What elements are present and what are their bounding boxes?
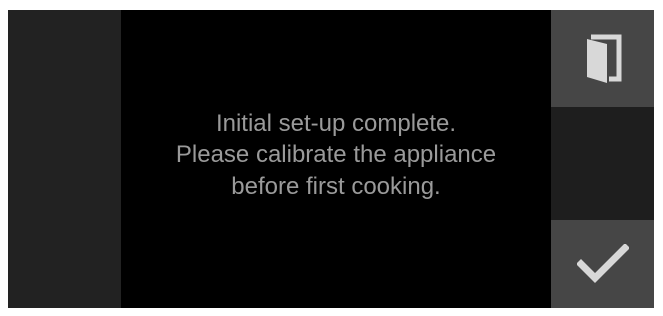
appliance-display: Initial set-up complete. Please calibrat… — [8, 10, 654, 308]
checkmark-icon — [576, 244, 629, 284]
confirm-button[interactable] — [551, 220, 654, 308]
setup-complete-message: Initial set-up complete. Please calibrat… — [176, 108, 496, 202]
message-line-3: before first cooking. — [231, 172, 441, 200]
message-line-1: Initial set-up complete. — [215, 110, 457, 138]
door-icon — [581, 33, 625, 85]
message-area: Initial set-up complete. Please calibrat… — [121, 10, 551, 308]
left-panel — [8, 10, 121, 308]
door-button[interactable] — [551, 10, 654, 107]
empty-slot — [551, 107, 654, 220]
right-panel — [551, 10, 654, 308]
message-line-2: Please calibrate the appliance — [175, 141, 497, 169]
